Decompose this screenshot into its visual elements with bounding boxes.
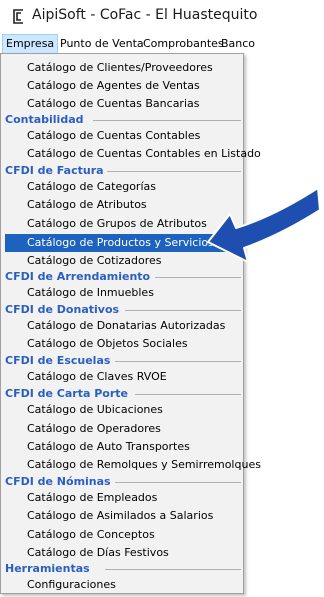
section-header-cfdi-arrendamiento: CFDI de Arrendamiento	[5, 270, 241, 284]
menu-item-dias-festivos[interactable]: Catálogo de Días Festivos	[5, 544, 239, 562]
menu-comprobantes[interactable]: Comprobantes	[140, 34, 227, 54]
section-divider	[115, 482, 241, 483]
menu-item-label: Catálogo de Días Festivos	[27, 546, 169, 559]
menu-item-conceptos[interactable]: Catálogo de Conceptos	[5, 526, 239, 544]
menu-item-label: Catálogo de Claves RVOE	[27, 370, 167, 383]
menu-item-configuraciones[interactable]: Configuraciones	[5, 576, 239, 594]
menu-punto-de-venta[interactable]: Punto de Venta	[57, 34, 147, 54]
section-header-cfdi-donativos: CFDI de Donativos	[5, 303, 241, 317]
section-header-label: Herramientas	[5, 562, 90, 575]
menu-item-label: Catálogo de Auto Transportes	[27, 440, 190, 453]
menu-item-objetos-sociales[interactable]: Catálogo de Objetos Sociales	[5, 335, 239, 353]
section-header-label: CFDI de Donativos	[5, 303, 120, 316]
annotation-arrow-icon	[207, 187, 321, 263]
section-divider	[115, 361, 241, 362]
menu-item-label: Catálogo de Categorías	[27, 180, 156, 193]
section-header-label: CFDI de Nóminas	[5, 475, 111, 488]
menu-item-label: Catálogo de Agentes de Ventas	[27, 79, 200, 92]
menu-item-empleados[interactable]: Catálogo de Empleados	[5, 489, 239, 507]
menu-item-label: Catálogo de Asimilados a Salarios	[27, 509, 214, 522]
section-header-label: CFDI de Factura	[5, 164, 104, 177]
menu-item-label: Catálogo de Remolques y Semirremolques	[27, 458, 261, 471]
empresa-dropdown-menu: Catálogo de Clientes/Proveedores Catálog…	[0, 53, 261, 594]
section-header-cfdi-nominas: CFDI de Nóminas	[5, 475, 241, 489]
menu-item-cuentas-bancarias[interactable]: Catálogo de Cuentas Bancarias	[5, 95, 239, 113]
menu-item-agentes-ventas[interactable]: Catálogo de Agentes de Ventas	[5, 77, 239, 95]
menu-item-operadores[interactable]: Catálogo de Operadores	[5, 420, 239, 438]
menu-item-label: Catálogo de Cotizadores	[27, 254, 162, 267]
window-title: AipiSoft - CoFac - El Huastequito	[32, 7, 258, 23]
menu-item-label: Configuraciones	[27, 578, 116, 591]
section-header-cfdi-carta-porte: CFDI de Carta Porte	[5, 387, 241, 401]
menu-item-label: Catálogo de Clientes/Proveedores	[27, 61, 213, 74]
menu-item-remolques[interactable]: Catálogo de Remolques y Semirremolques	[5, 456, 261, 474]
menu-item-cuentas-contables[interactable]: Catálogo de Cuentas Contables	[5, 127, 239, 145]
title-bar: AipiSoft - CoFac - El Huastequito	[0, 0, 324, 34]
section-header-label: CFDI de Arrendamiento	[5, 270, 151, 283]
menu-item-label: Catálogo de Empleados	[27, 491, 158, 504]
menu-item-donatarias-autorizadas[interactable]: Catálogo de Donatarias Autorizadas	[5, 317, 239, 335]
section-divider	[107, 171, 241, 172]
section-divider	[125, 310, 241, 311]
menu-item-cuentas-contables-listado[interactable]: Catálogo de Cuentas Contables en Listado	[5, 145, 261, 163]
menu-item-label: Catálogo de Productos y Servicios	[27, 236, 214, 249]
menu-item-label: Catálogo de Donatarias Autorizadas	[27, 319, 226, 332]
menu-banco[interactable]: Banco	[218, 34, 258, 54]
menu-empresa[interactable]: Empresa	[2, 34, 59, 54]
section-header-label: Contabilidad	[5, 113, 84, 126]
app-logo-icon	[13, 9, 23, 24]
menu-item-asimilados-salarios[interactable]: Catálogo de Asimilados a Salarios	[5, 507, 239, 525]
menu-item-claves-rvoe[interactable]: Catálogo de Claves RVOE	[5, 368, 239, 386]
menu-item-clientes-proveedores[interactable]: Catálogo de Clientes/Proveedores	[5, 59, 239, 77]
menu-item-label: Catálogo de Operadores	[27, 422, 161, 435]
menu-item-label: Catálogo de Inmuebles	[27, 286, 154, 299]
section-header-label: CFDI de Carta Porte	[5, 387, 128, 400]
section-divider	[93, 120, 241, 121]
menu-bar: Empresa Punto de Venta Comprobantes Banc…	[0, 34, 324, 54]
menu-item-label: Catálogo de Atributos	[27, 198, 147, 211]
menu-item-label: Catálogo de Objetos Sociales	[27, 337, 188, 350]
section-divider	[135, 394, 241, 395]
menu-item-auto-transportes[interactable]: Catálogo de Auto Transportes	[5, 438, 239, 456]
menu-item-label: Catálogo de Ubicaciones	[27, 403, 163, 416]
section-divider	[155, 277, 241, 278]
section-header-label: CFDI de Escuelas	[5, 354, 111, 367]
menu-item-label: Catálogo de Cuentas Contables	[27, 129, 201, 142]
menu-item-label: Catálogo de Conceptos	[27, 528, 155, 541]
menu-item-ubicaciones[interactable]: Catálogo de Ubicaciones	[5, 401, 239, 419]
section-header-cfdi-factura: CFDI de Factura	[5, 164, 241, 178]
menu-item-inmuebles[interactable]: Catálogo de Inmuebles	[5, 284, 239, 302]
section-header-cfdi-escuelas: CFDI de Escuelas	[5, 354, 241, 368]
section-header-herramientas: Herramientas	[5, 562, 241, 576]
menu-item-label: Catálogo de Cuentas Bancarias	[27, 97, 200, 110]
menu-item-label: Catálogo de Cuentas Contables en Listado	[27, 147, 261, 160]
section-divider	[105, 569, 241, 570]
section-header-contabilidad: Contabilidad	[5, 113, 241, 127]
menu-item-label: Catálogo de Grupos de Atributos	[27, 217, 207, 230]
